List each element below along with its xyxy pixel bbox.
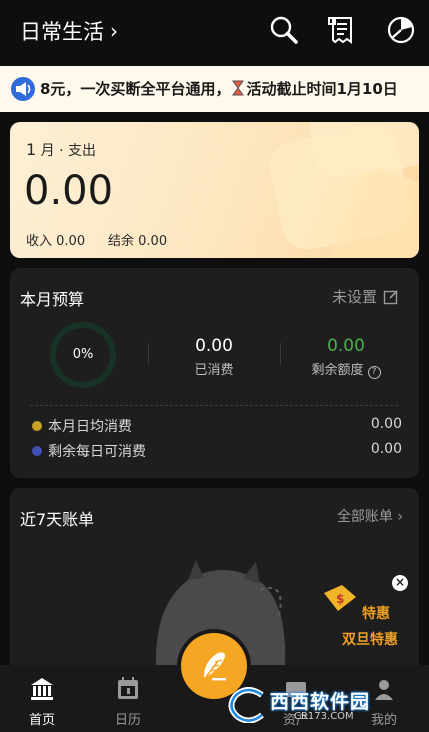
announcement-banner[interactable]: 8元，一次买断全平台通用， 活动截止时间1月10日 <box>0 66 429 112</box>
watermark-logo <box>228 687 264 723</box>
dot-icon <box>32 421 42 431</box>
price-tag-icon: $ <box>324 585 356 611</box>
budget-title: 本月预算 <box>20 290 85 309</box>
promo-badge[interactable]: $ × 特惠 双旦特惠 <box>322 575 408 653</box>
book-title: 日常生活 <box>20 20 104 44</box>
hourglass-icon <box>232 80 245 96</box>
bank-icon <box>31 678 53 700</box>
all-bills-link[interactable]: 全部账单 › <box>337 506 403 526</box>
search-icon[interactable] <box>268 14 300 46</box>
monthly-summary-card[interactable]: 1 月 · 支出 0.00 收入 0.00 结余 0.00 <box>10 122 419 258</box>
budget-card: 本月预算 未设置 0% 0.00 已消费 0.00 剩余额度? 本月日均消费 0… <box>10 268 419 478</box>
dot-icon <box>32 446 42 456</box>
watermark: 西西软件园 CR173.COM <box>228 683 412 727</box>
remaining-label[interactable]: 剩余额度? <box>286 359 406 379</box>
help-icon[interactable]: ? <box>367 366 381 379</box>
balance-stat: 结余 0.00 <box>108 234 168 249</box>
chevron-right-icon: › <box>110 19 118 43</box>
daily-remaining-row: 剩余每日可消费 0.00 <box>32 441 402 461</box>
nav-item-calendar[interactable]: 日历 <box>98 675 158 728</box>
announcement-text: 8元，一次买断全平台通用， 活动截止时间1月10日 <box>40 80 398 98</box>
top-bar: 日常生活 › <box>0 0 429 62</box>
close-icon[interactable]: × <box>392 575 408 591</box>
divider <box>148 343 149 365</box>
spent-label: 已消费 <box>194 363 234 378</box>
calendar-icon <box>118 677 138 699</box>
edit-icon <box>383 289 398 304</box>
month-label: 1 月 · 支出 <box>26 140 96 159</box>
divider <box>30 405 398 406</box>
recent-title: 近7天账单 <box>20 510 95 529</box>
promo-label: 特惠 <box>362 606 390 622</box>
svg-text:$: $ <box>336 592 344 606</box>
daily-average-row: 本月日均消费 0.00 <box>32 416 402 436</box>
expense-amount: 0.00 <box>24 168 114 214</box>
bill-list-icon[interactable] <box>326 14 358 46</box>
nav-item-home[interactable]: 首页 <box>12 675 72 728</box>
income-stat: 收入 0.00 <box>26 234 86 249</box>
pie-chart-icon[interactable] <box>385 14 417 46</box>
budget-setup-button[interactable]: 未设置 <box>332 286 399 307</box>
budget-percent: 0% <box>72 347 94 362</box>
remaining-value: 0.00 <box>327 336 365 356</box>
speaker-icon <box>10 76 36 102</box>
divider <box>280 343 281 365</box>
book-selector[interactable]: 日常生活 › <box>20 16 118 46</box>
spent-value: 0.00 <box>195 336 233 356</box>
promo-label: 双旦特惠 <box>342 632 398 648</box>
quill-pen-icon <box>204 652 226 681</box>
